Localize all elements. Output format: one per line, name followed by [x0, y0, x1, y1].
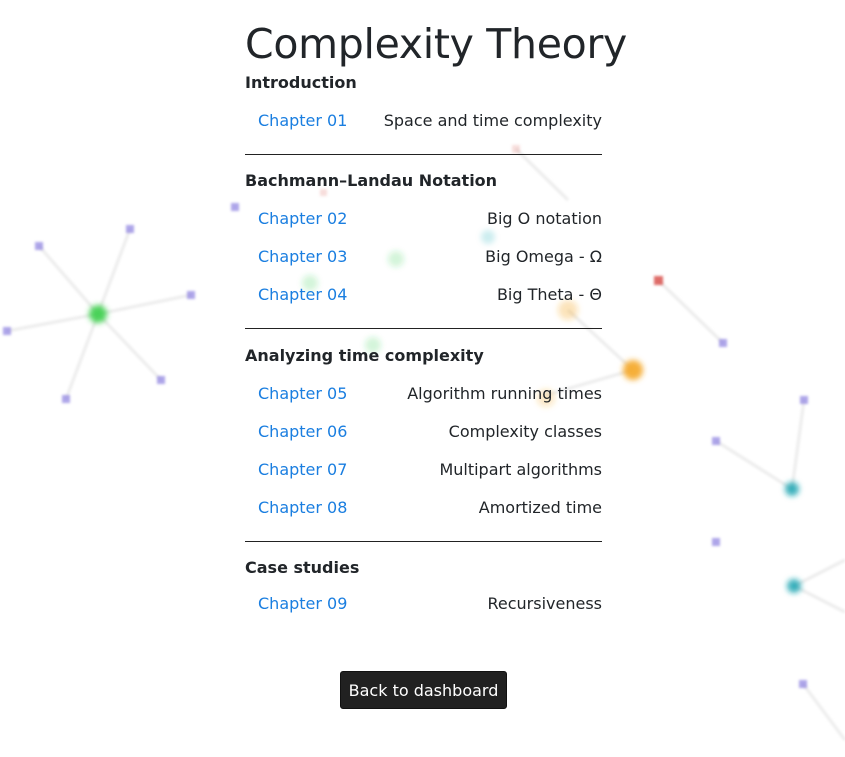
- chapter-row: Chapter 03 Big Omega - Ω: [245, 237, 602, 275]
- section-title: Case studies: [245, 558, 360, 577]
- chapter-link-09[interactable]: Chapter 09: [258, 594, 347, 613]
- chapter-row: Chapter 09 Recursiveness: [245, 584, 602, 622]
- chapter-link-01[interactable]: Chapter 01: [258, 111, 347, 130]
- chapter-row: Chapter 08 Amortized time: [245, 488, 602, 526]
- chapter-row: Chapter 02 Big O notation: [245, 199, 602, 237]
- chapter-link-03[interactable]: Chapter 03: [258, 247, 347, 266]
- back-to-dashboard-button[interactable]: Back to dashboard: [340, 671, 507, 709]
- chapter-row: Chapter 05 Algorithm running times: [245, 374, 602, 412]
- chapter-topic: Big Omega - Ω: [485, 246, 602, 266]
- section-analyzing-time-complexity: Analyzing time complexity Chapter 05 Alg…: [245, 346, 602, 526]
- section-title: Analyzing time complexity: [245, 346, 484, 365]
- chapter-link-06[interactable]: Chapter 06: [258, 422, 347, 441]
- section-divider: [245, 154, 602, 155]
- section-divider: [245, 541, 602, 542]
- chapter-link-08[interactable]: Chapter 08: [258, 498, 347, 517]
- chapter-link-05[interactable]: Chapter 05: [258, 384, 347, 403]
- chapter-row: Chapter 01 Space and time complexity: [245, 101, 602, 139]
- section-title: Bachmann–Landau Notation: [245, 171, 498, 190]
- page-title: Complexity Theory: [245, 20, 627, 68]
- chapter-topic: Complexity classes: [448, 421, 602, 441]
- chapter-topic: Recursiveness: [487, 593, 602, 613]
- section-divider: [245, 328, 602, 329]
- chapter-link-02[interactable]: Chapter 02: [258, 209, 347, 228]
- section-case-studies: Case studies Chapter 09 Recursiveness: [245, 558, 602, 622]
- chapter-row: Chapter 04 Big Theta - Θ: [245, 275, 602, 313]
- section-introduction: Introduction Chapter 01 Space and time c…: [245, 73, 602, 139]
- chapter-topic: Algorithm running times: [407, 383, 602, 403]
- chapter-link-07[interactable]: Chapter 07: [258, 460, 347, 479]
- chapter-row: Chapter 06 Complexity classes: [245, 412, 602, 450]
- section-title: Introduction: [245, 73, 357, 92]
- chapter-topic: Multipart algorithms: [439, 459, 602, 479]
- chapter-topic: Space and time complexity: [383, 110, 602, 130]
- toc-container: Complexity Theory Introduction Chapter 0…: [245, 0, 627, 613]
- chapter-link-04[interactable]: Chapter 04: [258, 285, 347, 304]
- chapter-topic: Big Theta - Θ: [496, 284, 602, 304]
- chapter-row: Chapter 07 Multipart algorithms: [245, 450, 602, 488]
- section-bachmann-landau-notation: Bachmann–Landau Notation Chapter 02 Big …: [245, 171, 602, 313]
- chapter-topic: Big O notation: [487, 208, 602, 228]
- chapter-topic: Amortized time: [478, 497, 602, 517]
